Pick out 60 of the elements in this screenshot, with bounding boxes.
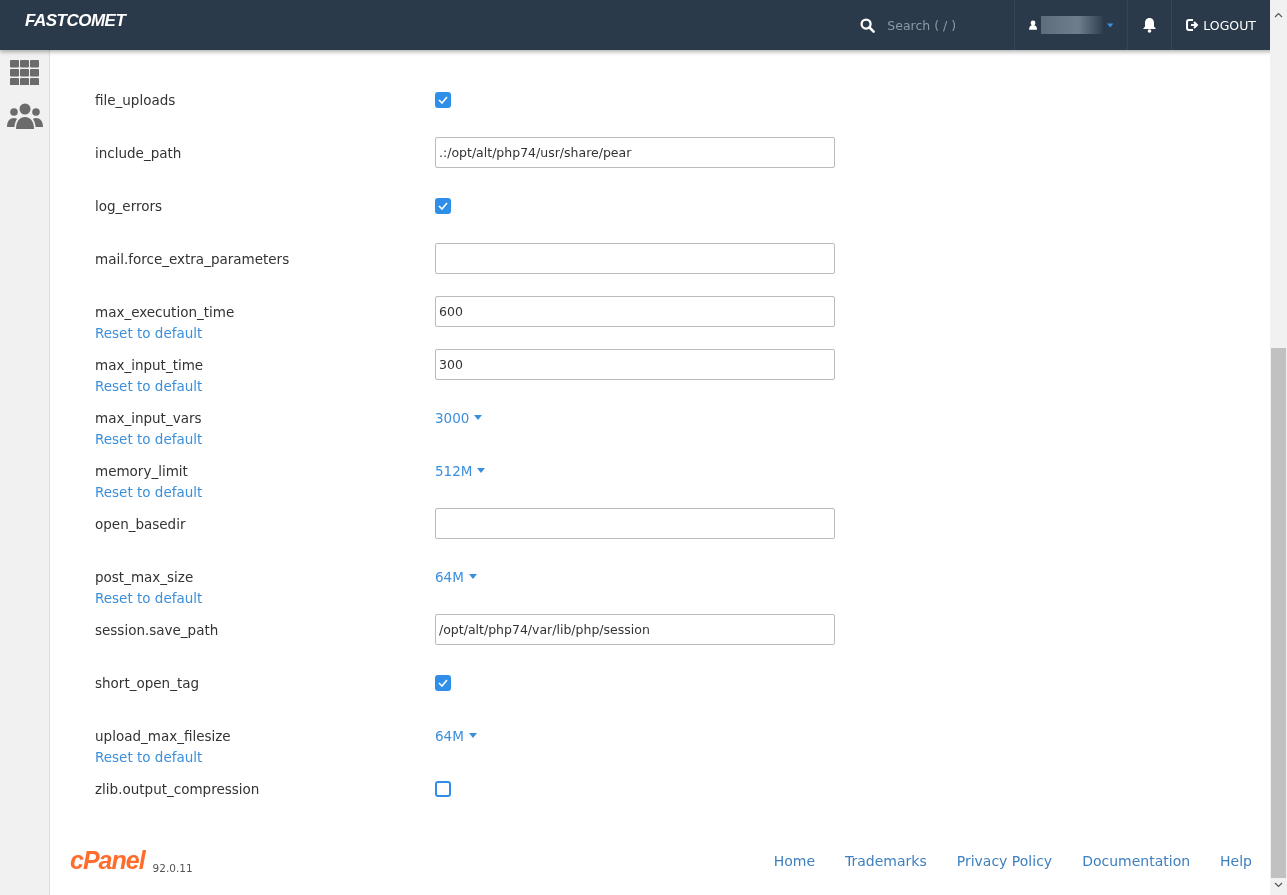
text-field[interactable]: 600 (435, 296, 835, 327)
reset-link[interactable]: Reset to default (95, 589, 203, 607)
setting-label: file_uploads (95, 91, 177, 109)
redacted-username (1041, 16, 1103, 34)
text-field[interactable]: 300 (435, 349, 835, 380)
search-icon (860, 17, 876, 33)
setting-label: log_errors (95, 197, 164, 215)
checkbox[interactable] (435, 197, 451, 214)
footer-link[interactable]: Trademarks (845, 852, 927, 869)
setting-label: upload_max_filesize (95, 727, 232, 745)
setting-label: short_open_tag (95, 674, 201, 692)
caret-icon (474, 415, 483, 420)
setting-label: zlib.output_compression (95, 780, 261, 798)
setting-label: max_input_time (95, 356, 205, 374)
search-field[interactable]: Search ( / ) (885, 16, 1000, 34)
logo[interactable]: FASTCOMET (25, 11, 126, 31)
text-field[interactable]: .:/opt/alt/php74/usr/share/pear (435, 137, 835, 168)
bell-icon[interactable] (1142, 17, 1158, 33)
value-dropdown[interactable]: 512M (435, 462, 486, 479)
text-field[interactable] (435, 243, 835, 274)
footer-link[interactable]: Help (1220, 852, 1252, 869)
logout-button[interactable]: LOGOUT (1186, 17, 1256, 33)
logout-icon (1186, 19, 1201, 31)
value-dropdown[interactable]: 64M (435, 568, 477, 585)
reset-link[interactable]: Reset to default (95, 430, 203, 448)
checkmark-icon (438, 201, 448, 210)
version-text: 92.0.11 (152, 861, 193, 874)
checkbox[interactable] (435, 780, 451, 797)
reset-link[interactable]: Reset to default (95, 324, 203, 342)
checkmark-icon (438, 678, 448, 687)
setting-label: post_max_size (95, 568, 195, 586)
caret-icon (477, 468, 486, 473)
checkbox[interactable] (435, 674, 451, 691)
setting-label: memory_limit (95, 462, 189, 480)
setting-label: include_path (95, 144, 183, 162)
setting-label: session.save_path (95, 621, 220, 639)
footer-link[interactable]: Home (773, 852, 815, 869)
text-field[interactable] (435, 508, 835, 539)
footer-link[interactable]: Privacy Policy (956, 852, 1053, 869)
reset-link[interactable]: Reset to default (95, 483, 203, 501)
caret-icon (1106, 22, 1114, 28)
checkbox[interactable] (435, 91, 451, 108)
users-icon[interactable] (6, 103, 43, 129)
text-field[interactable]: /opt/alt/php74/var/lib/php/session (435, 614, 835, 645)
checkmark-icon (438, 95, 448, 104)
value-dropdown[interactable]: 3000 (435, 409, 483, 426)
footer-link[interactable]: Documentation (1082, 852, 1191, 869)
caret-icon (468, 733, 477, 738)
setting-label: max_execution_time (95, 303, 236, 321)
grid-icon[interactable] (10, 60, 39, 85)
setting-label: open_basedir (95, 515, 187, 533)
cpanel-logo[interactable]: cPanel (70, 846, 145, 875)
setting-label: max_input_vars (95, 409, 203, 427)
scrollbar[interactable] (1270, 0, 1287, 895)
value-dropdown[interactable]: 64M (435, 727, 477, 744)
reset-link[interactable]: Reset to default (95, 377, 203, 395)
setting-label: mail.force_extra_parameters (95, 250, 291, 268)
caret-icon (468, 574, 477, 579)
user-icon[interactable] (1029, 19, 1038, 31)
reset-link[interactable]: Reset to default (95, 748, 203, 766)
